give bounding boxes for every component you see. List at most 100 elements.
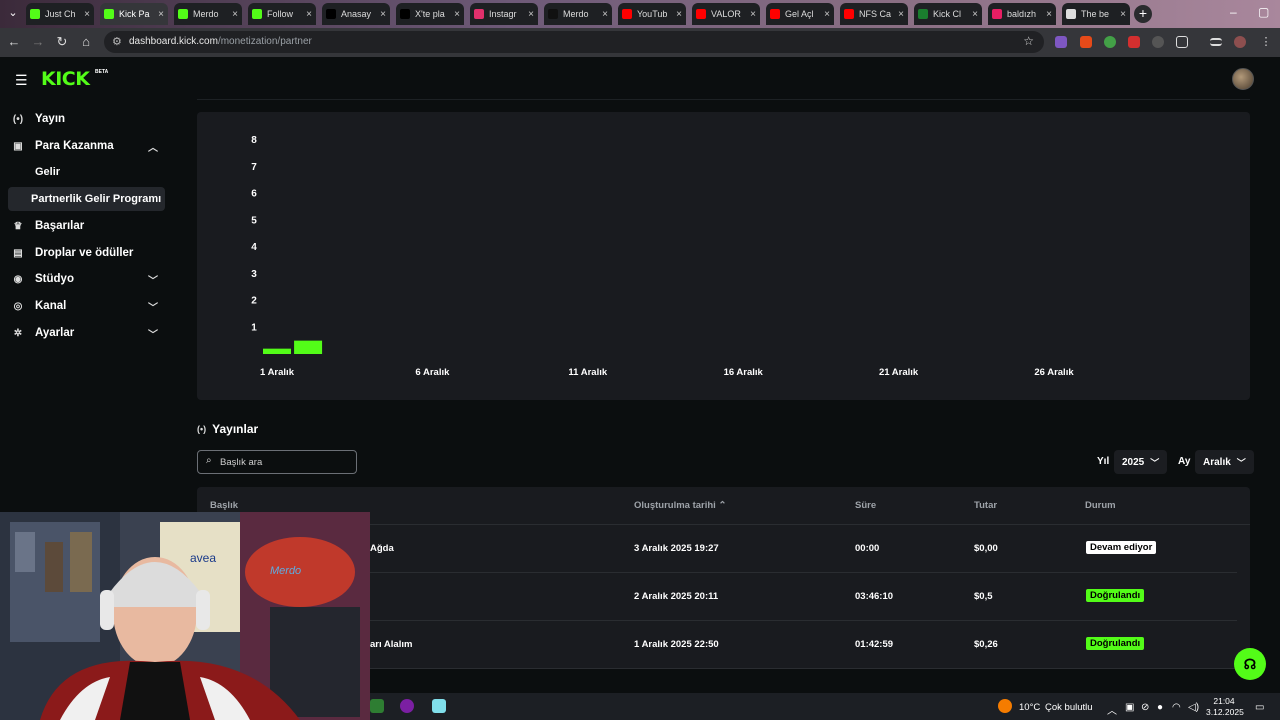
chart-bar[interactable] [294,340,323,354]
browser-tab[interactable]: X'te pla × [396,3,464,25]
browser-menu-icon[interactable]: ⋮ [1260,36,1272,48]
tab-search-icon[interactable]: ⌄ [4,4,22,22]
extension-icon[interactable] [1104,36,1116,48]
month-select[interactable]: Aralık ﹀ [1195,450,1254,474]
browser-tab[interactable]: Anasay × [322,3,390,25]
sidebar-item-studyo[interactable]: ◉ Stüdyo ﹀ [0,267,170,291]
browser-tab[interactable]: Follow × [248,3,316,25]
top-bar: ☰ KICK BETA [0,57,1280,99]
tab-title: Kick Pa [119,9,150,19]
back-icon[interactable]: ← [6,34,22,50]
user-avatar[interactable] [1232,68,1254,90]
browser-tab[interactable]: The be × [1062,3,1130,25]
sidebar-item-basarilar[interactable]: ♛ Başarılar [0,214,170,238]
weather-text[interactable]: Çok bulutlu [1045,702,1093,713]
address-bar[interactable]: ⚙ dashboard.kick.com/monetization/partne… [104,31,1044,53]
column-status[interactable]: Durum [1085,500,1116,511]
browser-tab[interactable]: Merdo × [544,3,612,25]
search-field[interactable]: ⌕ [197,450,357,474]
chevron-down-icon[interactable]: ﹀ [148,326,158,341]
column-duration[interactable]: Süre [855,500,876,511]
trophy-icon: ♛ [13,220,23,232]
year-select[interactable]: 2025 ﹀ [1114,450,1168,474]
column-amount[interactable]: Tutar [974,500,997,511]
bookmark-star-icon[interactable]: ☆ [1023,34,1034,48]
tab-close-icon[interactable]: × [1046,9,1052,20]
tab-close-icon[interactable]: × [232,9,238,20]
tab-close-icon[interactable]: × [528,9,534,20]
search-input[interactable] [220,454,350,470]
chevron-up-icon[interactable]: ︿ [148,139,158,154]
tab-close-icon[interactable]: × [676,9,682,20]
sidebar-item-yayin[interactable]: (•) Yayın [0,107,170,131]
chevron-down-icon[interactable]: ﹀ [148,272,158,287]
app-taskbar-icon[interactable] [432,699,446,713]
kick-logo[interactable]: KICK [41,68,90,90]
tab-close-icon[interactable]: × [84,9,90,20]
hamburger-menu-icon[interactable]: ☰ [15,72,28,89]
sidebar-item-label: Stüdyo [35,273,74,285]
tab-close-icon[interactable]: × [306,9,312,20]
column-created-date[interactable]: Oluşturulma tarihi ⌃ [634,500,726,511]
notification-icon[interactable]: ▭ [1255,702,1264,713]
browser-tab[interactable]: NFS Ca × [840,3,908,25]
browser-tab[interactable]: Kick Cl × [914,3,982,25]
tab-close-icon[interactable]: × [1120,9,1126,20]
browser-tab[interactable]: YouTub × [618,3,686,25]
extension-icon[interactable] [1080,36,1092,48]
weather-icon[interactable] [998,699,1012,713]
tab-close-icon[interactable]: × [380,9,386,20]
volume-icon[interactable]: ◁) [1188,702,1199,713]
sidebar-item-ayarlar[interactable]: ✲ Ayarlar ﹀ [0,321,170,345]
adblock-icon[interactable] [1128,36,1140,48]
browser-tab[interactable]: Gel Açl × [766,3,834,25]
tab-close-icon[interactable]: × [898,9,904,20]
support-chat-button[interactable]: ☊ [1234,648,1266,680]
extension-icon[interactable] [1152,36,1164,48]
browser-tab[interactable]: Merdo × [174,3,242,25]
temperature-text[interactable]: 10°C [1019,702,1040,713]
app-taskbar-icon[interactable] [400,699,414,713]
browser-tab[interactable]: Kick Pa × [100,3,168,25]
new-tab-button[interactable]: + [1134,5,1152,23]
app-taskbar-icon[interactable] [370,699,384,713]
microphone-icon[interactable]: ● [1157,702,1163,713]
system-clock[interactable]: 21:04 3.12.2025 [1206,696,1244,718]
chart-bar[interactable] [263,348,291,354]
reload-icon[interactable]: ↻ [54,34,70,50]
browser-tab[interactable]: baldızh × [988,3,1056,25]
tab-close-icon[interactable]: × [750,9,756,20]
tab-close-icon[interactable]: × [602,9,608,20]
extensions-puzzle-icon[interactable] [1176,36,1188,48]
tab-close-icon[interactable]: × [972,9,978,20]
home-icon[interactable]: ⌂ [78,34,94,50]
tray-app-icon[interactable]: ⊘ [1141,702,1149,713]
sidebar-item-partnerlik[interactable]: Partnerlik Gelir Programı [8,187,165,211]
tray-overflow-icon[interactable]: ︿ [1107,702,1117,717]
tab-close-icon[interactable]: × [454,9,460,20]
sidebar-item-gelir[interactable]: Gelir [8,160,165,184]
tab-close-icon[interactable]: × [158,9,164,20]
minimize-icon[interactable]: – [1230,5,1237,19]
sidebar-item-para-kazanma[interactable]: ▣ Para Kazanma ︿ [0,134,170,158]
tab-close-icon[interactable]: × [824,9,830,20]
streams-heading: (•) Yayınlar [197,422,258,436]
wifi-icon[interactable]: ◠ [1172,702,1181,713]
sidebar-item-kanal[interactable]: ◎ Kanal ﹀ [0,294,170,318]
reading-list-icon[interactable] [1210,38,1222,46]
browser-tab[interactable]: VALOR × [692,3,760,25]
tab-favicon-icon [696,9,706,19]
tab-favicon-icon [622,9,632,19]
maximize-icon[interactable]: ▢ [1258,5,1269,19]
sidebar-item-droplar[interactable]: ▤ Droplar ve ödüller [0,241,170,265]
chevron-down-icon[interactable]: ﹀ [148,299,158,314]
extension-icon[interactable] [1055,36,1067,48]
column-title[interactable]: Başlık [210,500,238,511]
browser-tab[interactable]: Just Ch × [26,3,94,25]
profile-avatar-icon[interactable] [1234,36,1246,48]
forward-icon[interactable]: → [30,34,46,50]
tray-app-icon[interactable]: ▣ [1125,702,1134,713]
site-info-icon[interactable]: ⚙ [112,35,122,48]
browser-tab[interactable]: Instagr × [470,3,538,25]
url-text: dashboard.kick.com/monetization/partner [129,36,312,47]
